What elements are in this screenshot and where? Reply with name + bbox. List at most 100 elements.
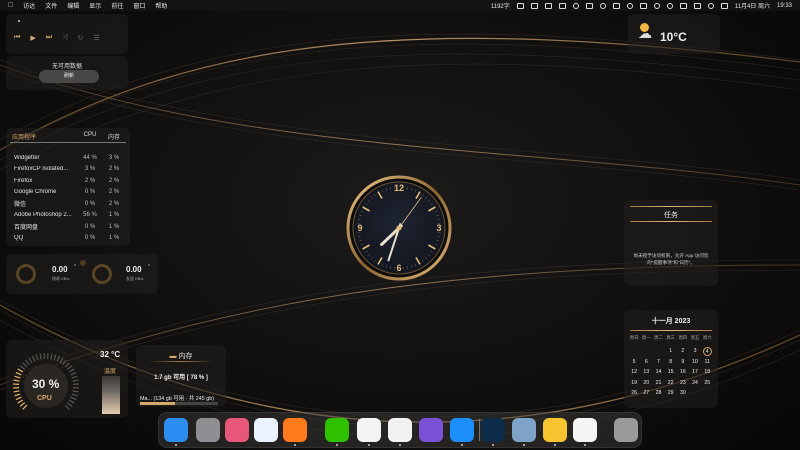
status-icon-6[interactable]	[599, 2, 606, 9]
running-indicator	[492, 444, 494, 446]
running-indicator	[461, 444, 463, 446]
status-icon-10[interactable]	[653, 2, 660, 9]
upload-ring	[92, 264, 112, 284]
process-name: Adobe Photoshop 2...	[14, 212, 72, 219]
preview-icon[interactable]	[512, 418, 536, 442]
process-name: QQ	[14, 235, 24, 242]
menu-help[interactable]: 帮助	[155, 1, 167, 10]
menubar-date[interactable]: 11月4日 周六	[735, 1, 770, 10]
process-name: Widgetter	[14, 154, 40, 161]
status-icon-1[interactable]	[530, 2, 538, 9]
calendar-day[interactable]: 5	[628, 359, 640, 365]
weather-widget[interactable]: ☁ 10°C	[628, 14, 720, 54]
weekday-label: 周四	[678, 335, 688, 340]
next-icon[interactable]: ⏭	[46, 34, 52, 42]
calendar-day[interactable]: 3	[689, 348, 701, 354]
calendar-day[interactable]: 15	[665, 369, 677, 375]
status-icon-8[interactable]	[626, 2, 633, 9]
previous-icon[interactable]: ⏮	[14, 34, 20, 42]
calendar-day[interactable]: 17	[689, 369, 701, 375]
calendar-day[interactable]: 9	[677, 359, 689, 365]
system-settings-icon[interactable]	[196, 418, 220, 442]
status-icon-2[interactable]	[544, 2, 552, 9]
calendar-day[interactable]: 16	[677, 369, 689, 375]
wifi-icon[interactable]	[693, 2, 701, 9]
calendar-day[interactable]: 14	[652, 369, 664, 375]
status-icon-12[interactable]	[679, 2, 687, 9]
textedit-icon[interactable]	[573, 418, 597, 442]
calendar-day[interactable]: 27	[640, 390, 652, 396]
gauge-tick	[64, 362, 70, 368]
calendar-day[interactable]: 20	[640, 380, 652, 386]
menu-go[interactable]: 前往	[111, 1, 123, 10]
calendar-day[interactable]: 2	[677, 348, 689, 354]
downloader-icon[interactable]	[419, 418, 443, 442]
calendar-day[interactable]: 6	[640, 359, 652, 365]
menu-edit[interactable]: 编辑	[67, 1, 79, 10]
calendar-day[interactable]: 10	[689, 359, 701, 365]
calendar-day[interactable]: 30	[677, 390, 689, 396]
qq-icon[interactable]	[388, 418, 412, 442]
status-icon-11[interactable]	[666, 2, 673, 9]
status-icon-4[interactable]	[572, 2, 579, 9]
repeat-icon[interactable]: ↻	[78, 34, 84, 42]
memory-title-text: 内存	[178, 353, 193, 360]
playlist-icon[interactable]: ☰	[94, 34, 100, 42]
refresh-button[interactable]: 刷新	[39, 70, 99, 83]
calendar-day[interactable]: 24	[689, 380, 701, 386]
control-center-icon[interactable]	[720, 2, 728, 9]
today-marker: 4	[702, 346, 712, 356]
apple-icon[interactable]: 	[8, 2, 13, 9]
gauge-tick	[71, 393, 78, 397]
process-name: Google Chrome	[14, 189, 57, 196]
calendar-day[interactable]: 21	[652, 380, 664, 386]
shuffle-icon[interactable]: ⤨	[62, 34, 68, 42]
calendar-today[interactable]: 4	[701, 346, 713, 356]
chrome-icon[interactable]	[357, 418, 381, 442]
dock	[158, 412, 642, 448]
baidu-icon[interactable]	[543, 418, 567, 442]
status-icon-5[interactable]	[585, 2, 593, 9]
wechat-icon[interactable]	[325, 418, 349, 442]
microphone-icon[interactable]	[516, 2, 524, 9]
cloud-rain-icon: ☁	[638, 25, 652, 41]
word-count[interactable]: 1192字	[491, 1, 510, 10]
gauge-tick	[28, 357, 33, 364]
table-row: Firefox 2 % 2 %	[14, 175, 126, 187]
calendar-day[interactable]: 1	[665, 348, 677, 354]
calendar-day[interactable]: 26	[628, 390, 640, 396]
photoshop-icon[interactable]	[481, 418, 505, 442]
calendar-day[interactable]: 12	[628, 369, 640, 375]
spotlight-icon[interactable]	[707, 2, 714, 9]
status-icon-9[interactable]	[639, 2, 647, 9]
calendar-day[interactable]: 11	[701, 359, 713, 365]
trash-icon[interactable]	[614, 418, 638, 442]
gauge-tick	[19, 365, 26, 370]
menu-view[interactable]: 显示	[89, 1, 101, 10]
finder-icon[interactable]	[164, 418, 188, 442]
menu-window[interactable]: 窗口	[133, 1, 145, 10]
baidu-netdisk-icon[interactable]	[254, 418, 278, 442]
calendar-day[interactable]: 19	[628, 380, 640, 386]
calendar-day[interactable]: 13	[640, 369, 652, 375]
menu-file[interactable]: 文件	[45, 1, 57, 10]
play-icon[interactable]: ▶	[30, 34, 35, 42]
calendar-day[interactable]: 25	[701, 380, 713, 386]
calendar-day[interactable]: 7	[652, 359, 664, 365]
table-row: QQ 0 % 1 %	[14, 233, 126, 245]
calendar-day[interactable]: 22	[665, 380, 677, 386]
numeral-6: 6	[396, 263, 401, 273]
calendar-day[interactable]: 28	[652, 390, 664, 396]
calendar-day[interactable]: 18	[701, 369, 713, 375]
firefox-icon[interactable]	[283, 418, 307, 442]
menu-app-name[interactable]: 访达	[23, 1, 35, 10]
status-icon-7[interactable]	[612, 2, 620, 9]
books-icon[interactable]	[225, 418, 249, 442]
app-store-icon[interactable]	[450, 418, 474, 442]
status-dot	[18, 20, 20, 22]
status-icon-3[interactable]	[558, 2, 566, 9]
calendar-day[interactable]: 29	[665, 390, 677, 396]
menubar-time[interactable]: 19:33	[777, 3, 792, 9]
calendar-day[interactable]: 8	[665, 359, 677, 365]
calendar-day[interactable]: 23	[677, 380, 689, 386]
